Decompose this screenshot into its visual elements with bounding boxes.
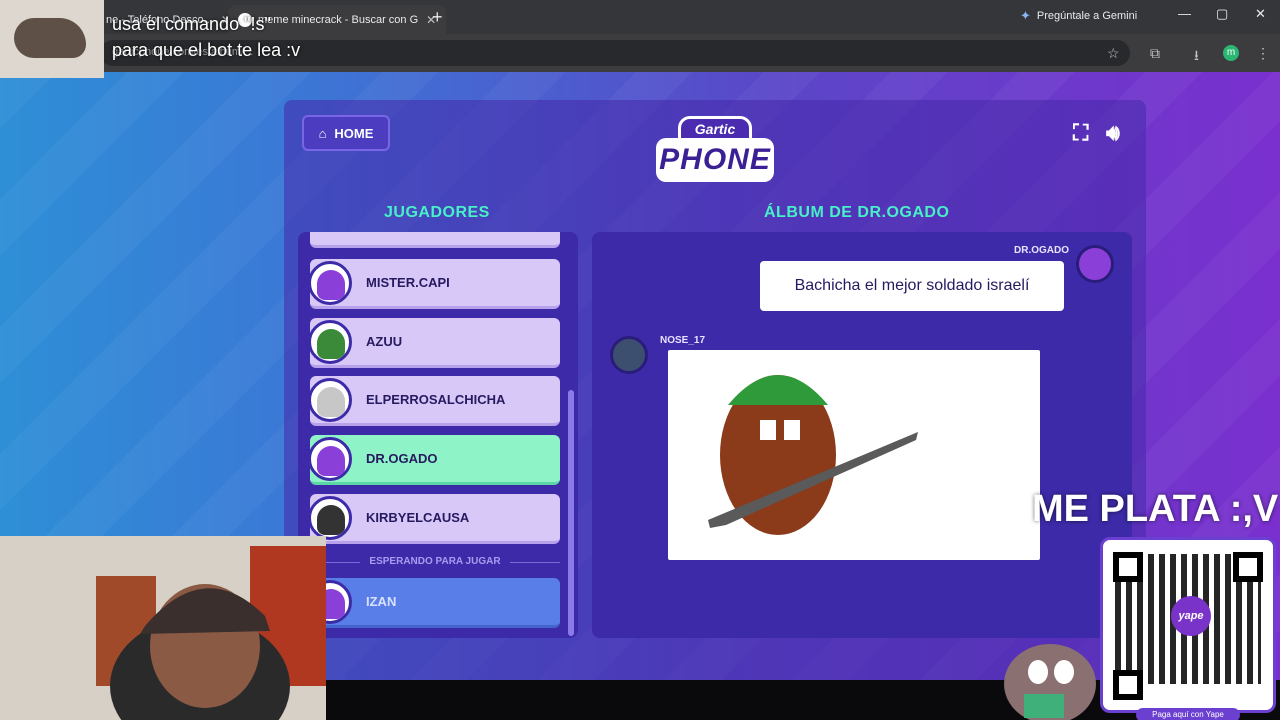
home-button[interactable]: ⌂ HOME [302, 115, 390, 151]
minimize-button[interactable]: — [1178, 6, 1191, 21]
drawing-helmet [728, 375, 828, 405]
home-icon: ⌂ [318, 125, 327, 141]
drawing-eye [784, 420, 800, 440]
player-avatar [308, 378, 352, 422]
qr-finder [1113, 670, 1143, 700]
profile-avatar[interactable]: m [1223, 45, 1239, 61]
player-name: KIRBYELCAUSA [366, 510, 470, 525]
maximize-button[interactable]: ▢ [1216, 6, 1228, 22]
player-avatar [308, 261, 352, 305]
gemini-button[interactable]: ✦ Pregúntale a Gemini [1020, 8, 1137, 24]
album-title: ÁLBUM DE DR.OGADO [764, 204, 950, 221]
yape-logo: yape [1171, 596, 1211, 636]
player-name: AZUU [366, 334, 403, 349]
extensions-icon[interactable]: ⧉ [1150, 45, 1160, 62]
waiting-label: ESPERANDO PARA JUGAR [310, 556, 560, 567]
player-name: IZAN [366, 594, 397, 609]
player-row: AZUU [308, 318, 560, 368]
streamer-webcam [0, 536, 326, 720]
qr-finder [1113, 552, 1143, 582]
player-row: KIRBYELCAUSA [308, 494, 560, 544]
drawer-avatar [610, 336, 648, 374]
waiting-player-row: IZAN [308, 578, 560, 628]
drawer-name: NOSE_17 [660, 335, 706, 346]
player-name: MISTER.CAPI [366, 275, 450, 290]
players-title: JUGADORES [384, 204, 490, 221]
yape-qr-code: yape [1100, 537, 1276, 713]
menu-dots-icon[interactable]: ⋮ [1256, 45, 1270, 62]
new-tab-button[interactable]: + [432, 7, 443, 28]
player-drawing [668, 350, 1040, 560]
player-name: ELPERROSALCHICHA [366, 392, 506, 407]
player-row-current: DR.OGADO [308, 435, 560, 485]
yape-caption: Paga aquí con Yape [1136, 708, 1240, 720]
album-author-name: DR.OGADO [1014, 245, 1069, 256]
gemini-label: Pregúntale a Gemini [1036, 10, 1138, 22]
fullscreen-icon[interactable]: ⛶ [1073, 120, 1088, 146]
webcam-scene [0, 536, 326, 720]
player-avatar [308, 320, 352, 364]
player-row: MISTER.CAPI [308, 259, 560, 309]
mouse-cursor-icon: ▶ [948, 261, 958, 275]
player-list-scrollbar[interactable] [568, 390, 574, 636]
drawing-eye [760, 420, 776, 440]
logo-bottom: PHONE [656, 138, 774, 182]
drawing-canvas [708, 375, 918, 535]
pet-camera [0, 0, 104, 78]
gartic-phone-logo: Gartic PHONE [656, 116, 774, 186]
speaker-icon[interactable]: 🔊︎ [1106, 120, 1120, 146]
donation-text: ME PLATA :,V [1032, 488, 1279, 530]
mascot-sticker [1004, 644, 1096, 720]
player-row: ELPERROSALCHICHA [308, 376, 560, 426]
player-name: DR.OGADO [366, 451, 438, 466]
phrase-bubble: Bachicha el mejor soldado israelí [760, 261, 1064, 311]
gemini-star-icon: ✦ [1020, 8, 1031, 23]
home-label: HOME [334, 125, 374, 141]
overlay-line1: usa el comando "!s" [112, 14, 271, 34]
player-avatar [308, 437, 352, 481]
dog [14, 18, 86, 58]
overlay-line2: para que el bot te lea :v [112, 40, 301, 60]
download-icon[interactable]: ⭳ [1194, 45, 1199, 69]
player-avatar [308, 496, 352, 540]
tab-label: meme minecrack - Buscar con G [258, 13, 419, 26]
qr-finder [1233, 552, 1263, 582]
author-avatar [1076, 245, 1114, 283]
player-row-partial [310, 232, 560, 248]
close-window-button[interactable]: ✕ [1255, 6, 1266, 22]
bookmark-star-icon[interactable]: ☆ [1107, 45, 1120, 62]
